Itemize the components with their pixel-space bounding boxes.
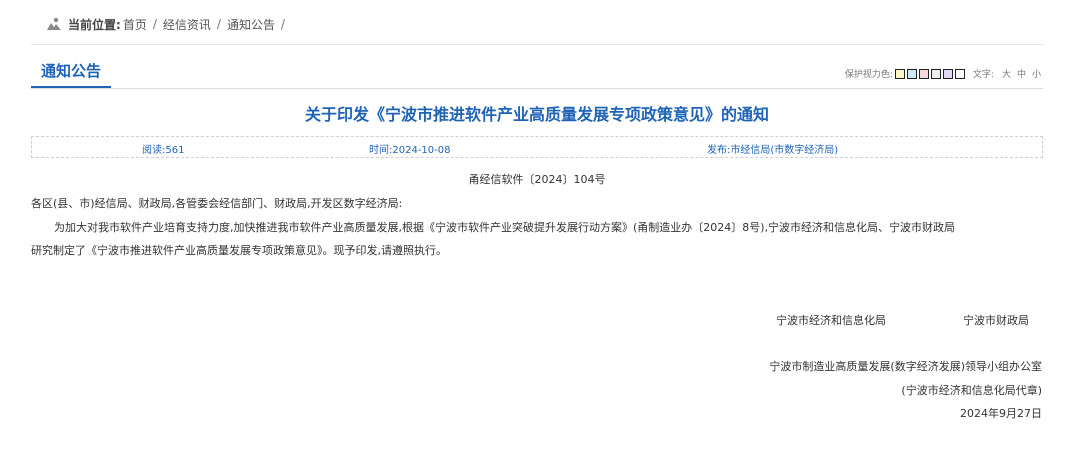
publish-time: 时间:2024-10-08	[369, 145, 451, 156]
eye-care-color-swatch-6[interactable]	[954, 68, 965, 79]
eye-care-color-swatch-4[interactable]	[930, 68, 941, 79]
body-paragraph: 为加大对我市软件产业培育支持力度,加快推进我市软件产业高质量发展,根据《宁波市软…	[54, 221, 956, 234]
eye-care-color-swatch-3[interactable]	[918, 68, 929, 79]
eye-care-color-swatch-2[interactable]	[906, 68, 917, 79]
breadcrumb: 当前位置: 首页 / 经信资讯 / 通知公告 /	[46, 14, 291, 34]
location-icon	[47, 17, 61, 30]
issuer-econ-bureau: 宁波市经济和信息化局	[776, 314, 886, 327]
issuer-leading-group-office: 宁波市制造业高质量发展(数字经济发展)领导小组办公室	[769, 360, 1042, 373]
breadcrumb-label: 当前位置:	[68, 17, 121, 32]
issuer-finance-bureau: 宁波市财政局	[963, 314, 1029, 327]
publisher: 发布:市经信局(市数字经济局)	[707, 145, 839, 156]
eye-care-color-swatch-1[interactable]	[894, 68, 905, 79]
salutation: 各区(县、市)经信局、财政局,各管委会经信部门、财政局,开发区数字经济局:	[31, 197, 403, 210]
reading-tools: 保护视力色: 文字: 大 中 小	[845, 67, 1041, 80]
text-size-label: 文字:	[972, 70, 994, 80]
breadcrumb-news-link[interactable]: 经信资讯	[163, 16, 211, 33]
tab-notices[interactable]: 通知公告	[31, 58, 112, 88]
eye-care-color-swatch-5[interactable]	[942, 68, 953, 79]
text-size-medium-button[interactable]: 中	[1017, 67, 1026, 80]
breadcrumb-notices-link[interactable]: 通知公告	[227, 16, 275, 33]
article-title: 关于印发《宁波市推进软件产业高质量发展专项政策意见》的通知	[304, 105, 769, 124]
document-number: 甬经信软件〔2024〕104号	[468, 173, 606, 186]
eye-care-label: 保护视力色:	[844, 70, 893, 80]
breadcrumb-home-link[interactable]: 首页	[123, 16, 147, 33]
seal-on-behalf: (宁波市经济和信息化局代章)	[901, 384, 1042, 397]
header-divider	[31, 44, 1043, 45]
text-size-large-button[interactable]: 大	[1002, 67, 1011, 80]
breadcrumb-separator: /	[216, 17, 221, 31]
section-tabbar: 通知公告 保护视力色: 文字: 大 中 小	[31, 58, 1043, 89]
breadcrumb-separator: /	[152, 17, 157, 31]
article-meta: 阅读:561 时间:2024-10-08 发布:市经信局(市数字经济局)	[31, 136, 1043, 158]
body-paragraph-continued: 研究制定了《宁波市推进软件产业高质量发展专项政策意见》。现予印发,请遵照执行。	[31, 244, 447, 257]
eye-care-swatches	[893, 68, 965, 79]
text-size-small-button[interactable]: 小	[1032, 67, 1041, 80]
read-count: 阅读:561	[142, 145, 185, 156]
issue-date: 2024年9月27日	[960, 407, 1042, 420]
breadcrumb-separator: /	[280, 17, 285, 31]
